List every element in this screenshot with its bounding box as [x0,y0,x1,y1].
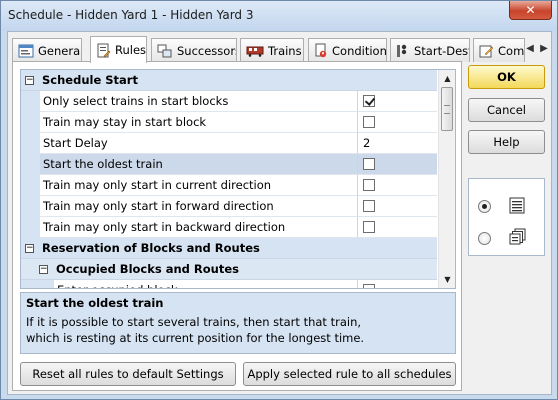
view-mode-group [468,178,545,256]
view-mode-multi-radio[interactable] [478,232,491,245]
property-name: Enter occupied block [54,280,358,288]
checkbox-train-may-stay[interactable] [363,116,375,128]
property-row-start-delay[interactable]: Start Delay 2 [21,133,437,154]
tab-start-dest-label: Start-Dest [414,43,470,58]
collapse-icon[interactable]: − [25,243,34,253]
multi-view-icon [509,228,526,245]
view-mode-single-radio[interactable] [478,200,491,213]
tab-start-dest[interactable]: Start-Dest [390,38,470,62]
start-delay-value[interactable]: 2 [358,133,437,154]
tab-comment[interactable]: Com [473,38,525,62]
tab-strip: General Rules Successors Trains Conditio… [12,36,548,63]
tab-condition[interactable]: Condition [308,38,387,62]
category-reservation[interactable]: − Reservation of Blocks and Routes [21,238,437,259]
checkbox-only-select-start-blocks[interactable] [363,95,375,107]
schedule-dialog: Schedule - Hidden Yard 1 - Hidden Yard 3… [0,0,558,400]
tab-trains[interactable]: Trains [240,38,304,62]
property-row-start-current-direction[interactable]: Train may only start in current directio… [21,175,437,196]
property-name: Only select trains in start blocks [40,91,358,112]
apply-rule-all-button[interactable]: Apply selected rule to all schedules [243,362,456,386]
checkbox-start-backward-direction[interactable] [363,221,375,233]
checkbox-start-forward-direction[interactable] [363,200,375,212]
ok-button[interactable]: OK [468,65,545,89]
dialog-client-area: General Rules Successors Trains Conditio… [7,31,552,395]
property-row-only-select-start-blocks[interactable]: Only select trains in start blocks [21,91,437,112]
tab-successors[interactable]: Successors [151,38,237,62]
title-bar[interactable]: Schedule - Hidden Yard 1 - Hidden Yard 3… [1,1,557,31]
tab-scroll-right-button[interactable]: ▶ [537,40,551,58]
tab-general-label: General [38,43,82,58]
tab-trains-label: Trains [268,43,302,58]
trains-tab-icon [246,46,264,57]
comment-tab-icon [479,45,494,57]
description-line-1: If it is possible to start several train… [26,315,362,329]
scroll-up-button[interactable]: ▲ [439,70,455,87]
description-panel: Start the oldest train If it is possible… [20,292,456,354]
property-row-enter-occupied-block[interactable]: Enter occupied block [21,280,437,288]
property-name: Start Delay [40,133,358,154]
property-name: Train may only start in backward directi… [40,217,358,238]
property-name: Train may only start in forward directio… [40,196,358,217]
tab-comment-label: Com [498,43,525,58]
property-name: Train may stay in start block [40,112,358,133]
general-tab-icon [18,44,34,57]
checkbox-start-current-direction[interactable] [363,179,375,191]
scroll-down-button[interactable]: ▼ [439,271,455,288]
tab-rules[interactable]: Rules [90,36,147,63]
property-name: Start the oldest train [40,154,358,175]
tab-general[interactable]: General [12,38,82,62]
tab-condition-label: Condition [332,43,387,58]
rules-tab-panel: − Schedule Start Only select trains in s… [12,61,462,391]
rules-tab-icon [97,43,111,57]
cancel-button[interactable]: Cancel [468,98,545,122]
reset-rules-button[interactable]: Reset all rules to default Settings [20,362,236,386]
grid-scrollbar[interactable]: ▲ ▼ [438,70,455,288]
property-rows: − Schedule Start Only select trains in s… [21,70,437,288]
category-schedule-start[interactable]: − Schedule Start [21,70,437,91]
checkbox-start-oldest-train[interactable] [363,158,375,170]
close-button[interactable]: ✕ [509,1,552,20]
property-grid[interactable]: − Schedule Start Only select trains in s… [20,69,456,289]
property-row-train-may-stay[interactable]: Train may stay in start block [21,112,437,133]
scroll-thumb[interactable] [441,87,453,131]
tab-scroll-left-button[interactable]: ◀ [523,40,537,58]
tab-rules-label: Rules [115,43,147,57]
successors-tab-icon [157,44,172,57]
single-view-icon [509,197,525,214]
window-title: Schedule - Hidden Yard 1 - Hidden Yard 3 [8,8,254,22]
collapse-icon[interactable]: − [39,264,48,274]
category-label: Occupied Blocks and Routes [56,262,239,276]
category-label: Reservation of Blocks and Routes [42,241,260,255]
property-name: Train may only start in current directio… [40,175,358,196]
collapse-icon[interactable]: − [25,75,34,85]
property-row-start-forward-direction[interactable]: Train may only start in forward directio… [21,196,437,217]
tab-successors-label: Successors [177,43,237,58]
subcategory-occupied-blocks[interactable]: − Occupied Blocks and Routes [21,259,437,280]
description-title: Start the oldest train [26,296,164,310]
property-row-start-backward-direction[interactable]: Train may only start in backward directi… [21,217,437,238]
condition-tab-icon [315,43,327,58]
description-line-2: which is resting at its current position… [26,331,365,345]
start-dest-tab-icon [397,44,407,57]
category-label: Schedule Start [42,73,138,87]
property-row-start-oldest-train[interactable]: Start the oldest train [21,154,437,175]
help-button[interactable]: Help [468,130,545,154]
checkbox-enter-occupied-block[interactable] [363,284,375,288]
